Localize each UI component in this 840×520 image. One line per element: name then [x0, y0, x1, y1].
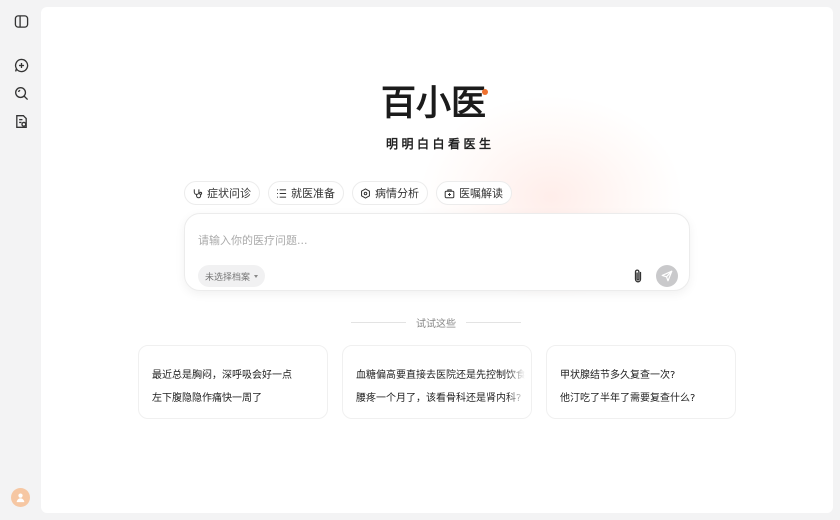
new-chat-button[interactable]: [12, 56, 30, 74]
chip-label: 症状问诊: [207, 187, 251, 200]
hexagon-icon: [361, 187, 370, 199]
sidebar-toggle-button[interactable]: [12, 12, 30, 30]
suggestion-card: 甲状腺结节多久复查一次? 他汀吃了半年了需要复查什么?: [546, 345, 736, 419]
suggestion-question[interactable]: 血糖偏高要直接去医院还是先控制饮食: [356, 366, 526, 381]
text-fade: [507, 346, 531, 418]
chip-label: 医嘱解读: [459, 187, 503, 200]
profile-select-label: 未选择档案: [205, 272, 251, 283]
paperclip-icon: [634, 269, 642, 283]
main-panel: 百小医 明明白白看医生 症状问诊 就医准备 病情分析 医嘱解读 未选择档案: [41, 7, 833, 513]
search-icon: [14, 86, 28, 100]
divider-left: [351, 321, 406, 323]
chip-symptom-consult[interactable]: 症状问诊: [184, 181, 260, 205]
suggestion-question[interactable]: 腰疼一个月了，该看骨科还是肾内科?: [356, 389, 521, 404]
attach-button[interactable]: [631, 268, 645, 284]
brand-logo: 百小医: [381, 83, 493, 125]
logo-dot: [482, 89, 488, 95]
divider-right: [466, 321, 521, 323]
sidebar: [0, 0, 41, 520]
send-button[interactable]: [656, 265, 678, 287]
suggestion-question[interactable]: 甲状腺结节多久复查一次?: [560, 366, 675, 381]
suggestion-card: 最近总是胸闷，深呼吸会好一点 左下腹隐隐作痛快一周了: [138, 345, 328, 419]
brand-slogan: 明明白白看医生: [386, 137, 495, 151]
checklist-icon: [277, 188, 287, 198]
send-icon: [661, 270, 673, 282]
caret-down-icon: [254, 274, 259, 278]
suggestions-label: 试试这些: [416, 318, 456, 330]
search-button[interactable]: [12, 84, 30, 102]
chip-label: 就医准备: [291, 187, 335, 200]
sidebar-toggle-icon: [14, 14, 28, 28]
profile-select[interactable]: 未选择档案: [198, 265, 266, 287]
chip-label: 病情分析: [375, 187, 419, 200]
question-input-box: 未选择档案: [184, 213, 690, 291]
avatar[interactable]: [11, 488, 30, 507]
chip-visit-prep[interactable]: 就医准备: [268, 181, 344, 205]
records-button[interactable]: [12, 112, 30, 130]
feature-chips: 症状问诊 就医准备 病情分析 医嘱解读: [184, 181, 512, 205]
stethoscope-icon: [193, 188, 203, 198]
suggestion-question[interactable]: 他汀吃了半年了需要复查什么?: [560, 389, 695, 404]
suggestion-question[interactable]: 最近总是胸闷，深呼吸会好一点: [152, 366, 292, 381]
new-chat-icon: [14, 58, 28, 72]
suggestion-question[interactable]: 左下腹隐隐作痛快一周了: [152, 389, 262, 404]
suggestion-card: 血糖偏高要直接去医院还是先控制饮食 腰疼一个月了，该看骨科还是肾内科?: [342, 345, 532, 419]
suggestions-header: 试试这些: [351, 315, 521, 330]
records-icon: [15, 114, 27, 128]
user-icon: [16, 493, 25, 503]
chip-advice-interpret[interactable]: 医嘱解读: [436, 181, 512, 205]
chip-condition-analysis[interactable]: 病情分析: [352, 181, 428, 205]
logo-text: 百小医: [381, 84, 487, 124]
question-input[interactable]: [198, 230, 658, 250]
medkit-icon: [444, 188, 455, 198]
